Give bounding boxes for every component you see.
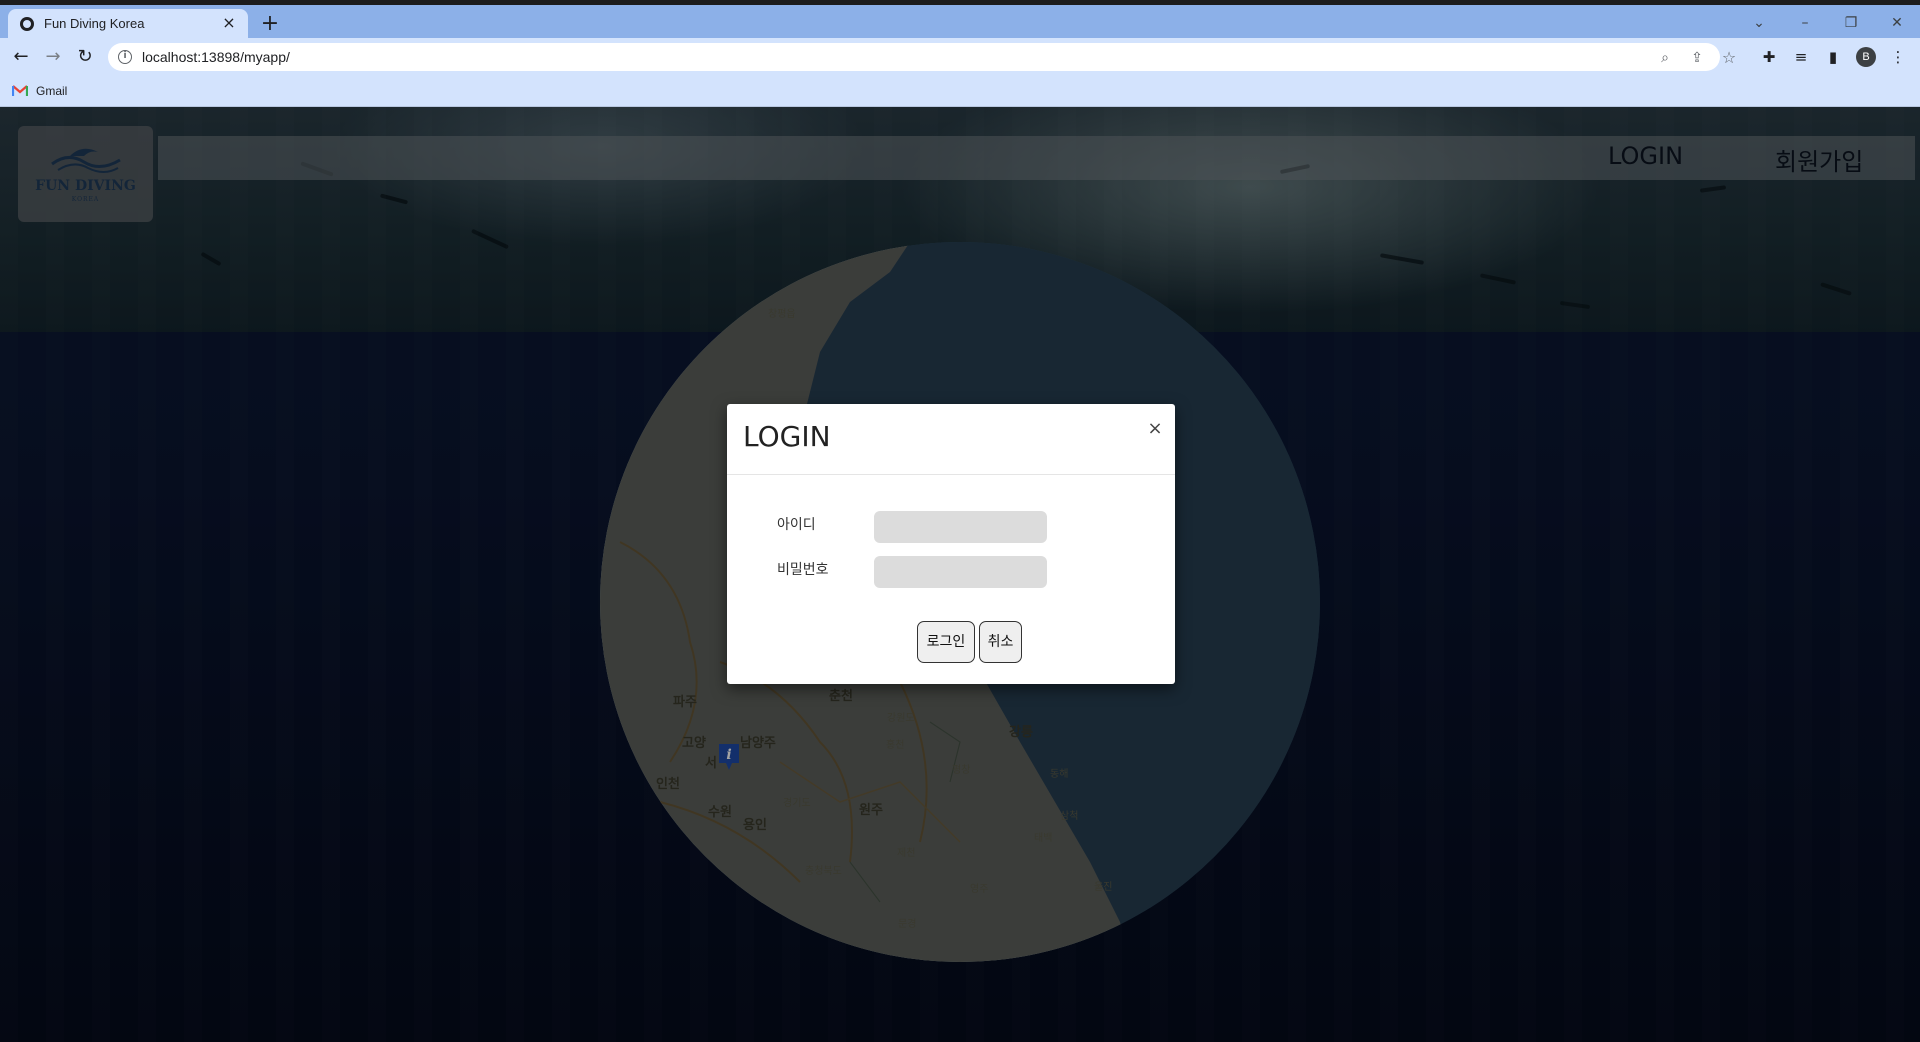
modal-header: LOGIN × xyxy=(727,404,1175,475)
zoom-icon[interactable]: ⌕ xyxy=(1656,49,1674,67)
new-tab-button[interactable]: + xyxy=(258,13,282,37)
forward-arrow-icon[interactable]: → xyxy=(41,45,65,69)
site-info-icon[interactable]: i xyxy=(118,50,132,64)
browser-toolbar: ← → ↻ i localhost:13898/myapp/ ⌕ ⇪ ☆ ✚ ≡… xyxy=(0,38,1920,76)
bookmark-label: Gmail xyxy=(36,84,68,98)
tab-fun-diving-korea[interactable]: Fun Diving Korea × xyxy=(8,9,248,38)
bookmark-star-icon[interactable]: ☆ xyxy=(1720,49,1738,67)
reload-icon[interactable]: ↻ xyxy=(73,45,97,69)
menu-kebab-icon[interactable]: ⋮ xyxy=(1888,47,1908,67)
bookmarks-bar: Gmail xyxy=(0,76,1920,107)
gmail-icon xyxy=(12,85,28,96)
modal-title: LOGIN xyxy=(743,420,831,453)
media-control-icon[interactable]: ≡ xyxy=(1791,47,1811,67)
profile-avatar[interactable]: B xyxy=(1856,47,1876,67)
minimize-button[interactable]: – xyxy=(1790,13,1820,33)
url-text[interactable]: localhost:13898/myapp/ xyxy=(142,49,290,65)
restore-button[interactable]: ❐ xyxy=(1836,13,1866,33)
cancel-button[interactable]: 취소 xyxy=(979,621,1022,663)
share-icon[interactable]: ⇪ xyxy=(1688,49,1706,67)
password-input[interactable] xyxy=(874,556,1047,588)
id-input[interactable] xyxy=(874,511,1047,543)
id-label: 아이디 xyxy=(777,517,816,533)
back-arrow-icon[interactable]: ← xyxy=(9,45,33,69)
tab-strip: Fun Diving Korea × + ⌄ – ❐ ✕ xyxy=(0,5,1920,38)
login-button[interactable]: 로그인 xyxy=(917,621,975,663)
tab-search-icon[interactable]: ⌄ xyxy=(1744,13,1774,33)
modal-close-icon[interactable]: × xyxy=(1147,420,1163,438)
address-bar[interactable]: i localhost:13898/myapp/ ⌕ ⇪ ☆ xyxy=(108,43,1736,71)
tab-title: Fun Diving Korea xyxy=(44,16,145,31)
side-panel-icon[interactable]: ▮ xyxy=(1823,47,1843,67)
globe-icon xyxy=(20,17,34,31)
extensions-icon[interactable]: ✚ xyxy=(1759,47,1779,67)
close-window-button[interactable]: ✕ xyxy=(1882,13,1912,33)
login-modal: LOGIN × 아이디 비밀번호 로그인 취소 xyxy=(727,404,1175,684)
password-label: 비밀번호 xyxy=(777,562,829,578)
tab-close-icon[interactable]: × xyxy=(220,14,238,32)
